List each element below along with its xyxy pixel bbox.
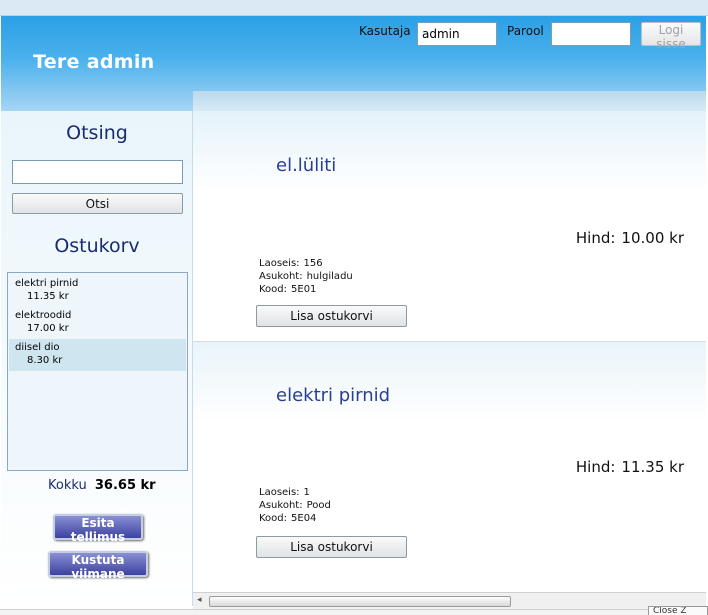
add-to-cart-button[interactable]: Lisa ostukorvi	[256, 536, 407, 558]
arrow-left-icon[interactable]: ◂	[197, 595, 202, 605]
cart-item-name: elektroodid	[15, 310, 72, 321]
close-tab[interactable]: Close Z	[648, 606, 708, 615]
add-to-cart-button[interactable]: Lisa ostukorvi	[256, 305, 407, 327]
scrollbar-thumb[interactable]	[209, 596, 511, 607]
cart-list[interactable]: elektri pirnid 11.35 kr elektroodid 17.0…	[7, 272, 188, 471]
cart-item-selected[interactable]: diisel dio 8.30 kr	[9, 339, 186, 371]
price-value: 11.35 kr	[621, 458, 684, 476]
password-label: Parool	[507, 24, 544, 38]
location-value: hulgiladu	[306, 271, 353, 282]
location-label: Asukoht:	[259, 500, 303, 511]
stock-label: Laoseis:	[259, 487, 300, 498]
product-card: el.lüliti Hind: 10.00 kr Laoseis: 156 Asuk…	[193, 111, 706, 341]
location-label: Asukoht:	[259, 271, 303, 282]
cart-title: Ostukorv	[54, 235, 140, 257]
username-label: Kasutaja	[359, 24, 411, 38]
top-strip	[0, 0, 708, 16]
stock-label: Laoseis:	[259, 258, 300, 269]
product-name: elektri pirnid	[276, 385, 391, 406]
login-button[interactable]: Logi sisse	[641, 22, 701, 51]
bottom-strip	[0, 609, 708, 615]
cart-item[interactable]: elektroodid 17.00 kr	[9, 307, 186, 339]
price-value: 10.00 kr	[621, 229, 684, 247]
content-header-bar	[193, 91, 706, 111]
sidebar: Otsing Otsi Ostukorv elektri pirnid 11.3…	[1, 111, 193, 606]
search-input[interactable]	[12, 160, 183, 184]
cart-item-price: 17.00 kr	[27, 323, 69, 334]
product-list: el.lüliti Hind: 10.00 kr Laoseis: 156 Asuk…	[193, 111, 706, 592]
product-name: el.lüliti	[276, 155, 337, 176]
username-input[interactable]	[417, 22, 497, 46]
price-label: Hind:	[575, 229, 616, 247]
greeting: Tere admin	[33, 51, 155, 73]
location-value: Pood	[306, 500, 331, 511]
product-details: Laoseis: 1 Asukoht: Pood Kood: 5E04	[259, 486, 331, 525]
product-card: elektri pirnid Hind: 11.35 kr Laoseis: 1 A…	[193, 341, 706, 571]
search-title: Otsing	[66, 122, 128, 144]
product-price: Hind: 10.00 kr	[576, 229, 684, 247]
cart-total: Kokku 36.65 kr	[48, 478, 156, 493]
cart-item-name: elektri pirnid	[15, 278, 79, 289]
code-value: 5E04	[291, 513, 317, 524]
total-label: Kokku	[48, 478, 87, 493]
password-input[interactable]	[551, 22, 631, 46]
product-price: Hind: 11.35 kr	[576, 458, 684, 476]
code-label: Kood:	[259, 513, 288, 524]
cart-item-price: 11.35 kr	[27, 291, 69, 302]
price-label: Hind:	[575, 458, 616, 476]
cart-item[interactable]: elektri pirnid 11.35 kr	[9, 275, 186, 307]
code-label: Kood:	[259, 284, 288, 295]
stock-value: 156	[303, 258, 323, 269]
stock-value: 1	[303, 487, 310, 498]
cart-item-name: diisel dio	[15, 342, 60, 353]
delete-last-button[interactable]: Kustuta viimane	[48, 551, 148, 581]
total-value: 36.65 kr	[94, 478, 156, 493]
product-details: Laoseis: 156 Asukoht: hulgiladu Kood: 5E01	[259, 257, 353, 296]
cart-item-price: 8.30 kr	[27, 355, 63, 366]
code-value: 5E01	[291, 284, 317, 295]
search-button[interactable]: Otsi	[12, 193, 183, 214]
submit-order-button[interactable]: Esita tellimus	[53, 514, 143, 544]
horizontal-scrollbar[interactable]: ◂	[193, 592, 706, 609]
